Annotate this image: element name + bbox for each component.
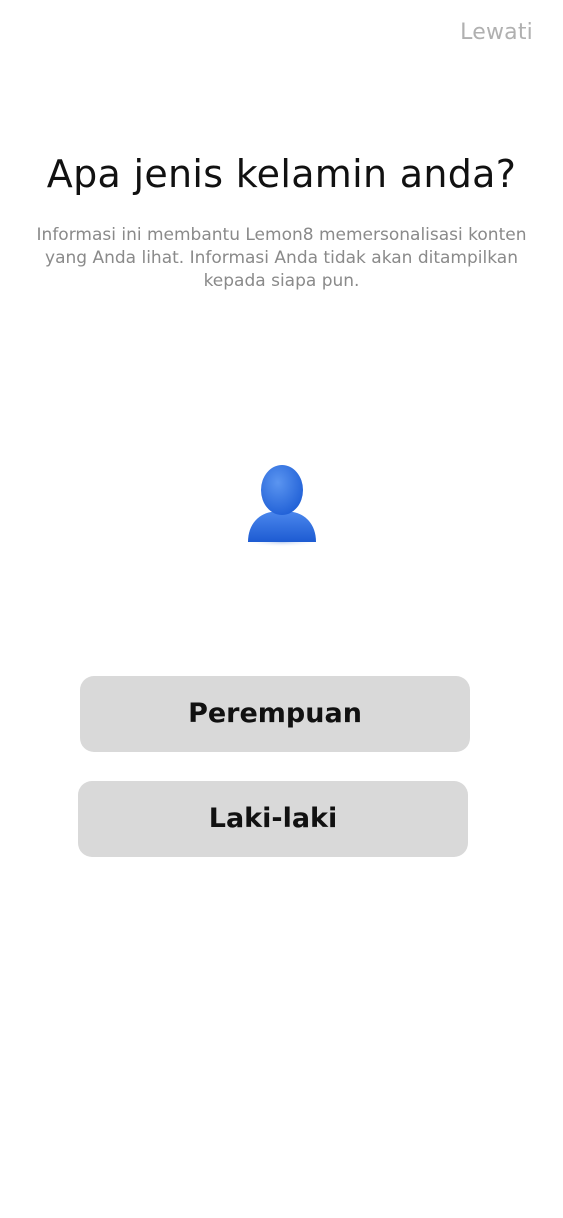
page-title: Apa jenis kelamin anda? bbox=[46, 152, 517, 196]
gender-option-label: Perempuan bbox=[188, 698, 362, 729]
gender-option-male-button[interactable]: Laki-laki bbox=[78, 781, 468, 857]
skip-button[interactable]: Lewati bbox=[460, 20, 533, 45]
gender-option-female-button[interactable]: Perempuan bbox=[80, 676, 470, 752]
page-subtitle: Informasi ini membantu Lemon8 memersonal… bbox=[36, 225, 527, 291]
user-silhouette-icon bbox=[243, 462, 321, 548]
gender-option-label: Laki-laki bbox=[208, 803, 338, 834]
